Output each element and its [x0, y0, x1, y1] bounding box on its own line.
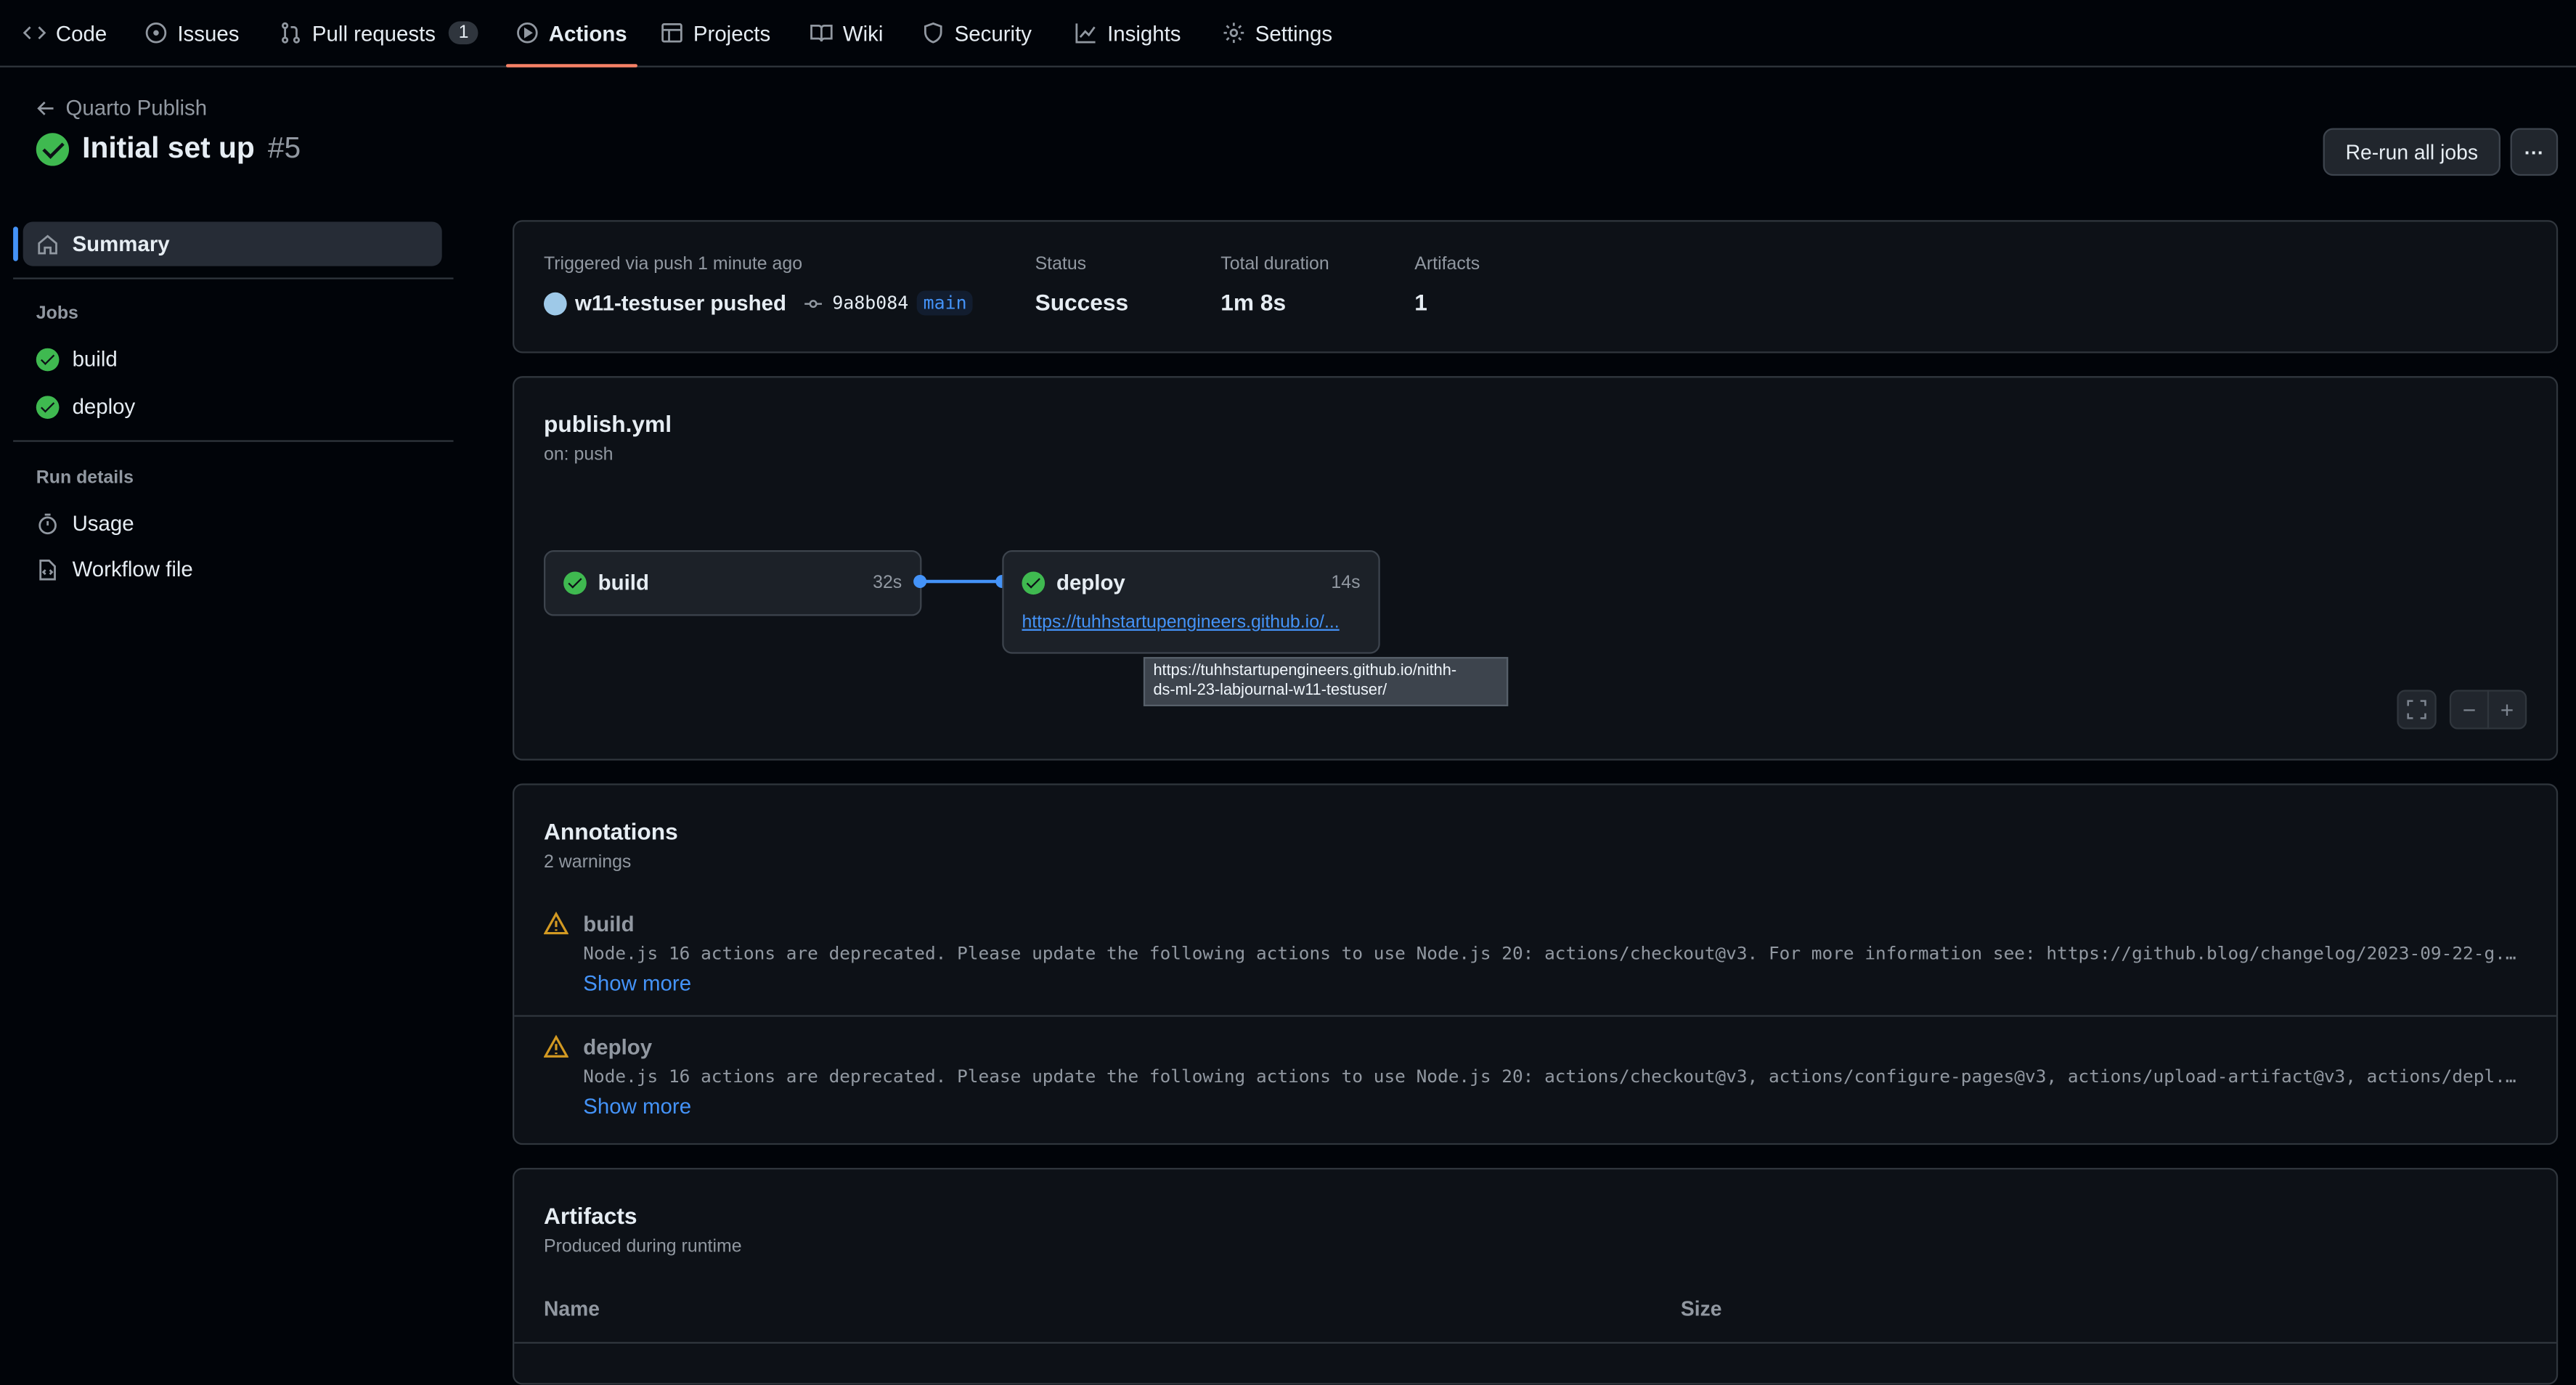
- git-commit-icon: [804, 298, 822, 308]
- avatar[interactable]: [543, 291, 567, 315]
- show-more-button[interactable]: Show more: [583, 971, 691, 995]
- column-header-name: Name: [543, 1297, 600, 1321]
- tab-projects[interactable]: Projects: [661, 0, 770, 66]
- home-icon: [38, 234, 57, 254]
- file-code-icon: [39, 558, 56, 580]
- annotation-job-link[interactable]: deploy: [583, 1035, 652, 1060]
- shield-icon: [924, 22, 942, 44]
- status-value: Success: [1035, 289, 1129, 316]
- success-check-icon: [36, 347, 60, 371]
- tab-issues[interactable]: Issues: [144, 0, 239, 66]
- issue-icon: [145, 23, 167, 44]
- job-node-name: deploy: [1056, 570, 1125, 595]
- sidebar-job-deploy[interactable]: deploy: [36, 394, 135, 419]
- sidebar-divider: [13, 440, 454, 442]
- page-title: Initial set up #5: [36, 131, 301, 166]
- commit-info: w11-testuser pushed 9a8b084 main: [543, 290, 974, 316]
- play-icon: [517, 23, 538, 44]
- job-connector: [918, 579, 1001, 584]
- alert-icon: [543, 1034, 569, 1068]
- fullscreen-button[interactable]: [2397, 690, 2437, 730]
- job-node-duration: 32s: [873, 573, 902, 593]
- success-check-icon: [1022, 571, 1046, 595]
- sidebar-item-usage[interactable]: Usage: [36, 511, 134, 536]
- job-node-deploy[interactable]: deploy 14s https://tuhhstartupengineers.…: [1002, 550, 1380, 654]
- artifacts-title: Artifacts: [543, 1202, 637, 1229]
- table-icon: [661, 23, 682, 43]
- repo-nav: Code Issues Pull requests 1 Actions Proj…: [0, 0, 2576, 68]
- tab-code[interactable]: Code: [23, 0, 107, 66]
- annotation-message: Node.js 16 actions are deprecated. Pleas…: [583, 1066, 2522, 1087]
- branch-badge[interactable]: main: [916, 290, 974, 316]
- fullscreen-icon: [2407, 700, 2426, 719]
- success-check-icon: [563, 571, 587, 595]
- arrow-left-icon: [37, 100, 54, 115]
- duration-label: Total duration: [1220, 254, 1329, 274]
- triggered-text: Triggered via push 1 minute ago: [543, 254, 803, 274]
- table-divider: [514, 1341, 2556, 1344]
- column-header-size: Size: [1680, 1297, 1722, 1321]
- commit-sha[interactable]: 9a8b084: [832, 293, 908, 314]
- tab-wiki[interactable]: Wiki: [810, 0, 883, 66]
- alert-icon: [543, 911, 569, 944]
- workflow-trigger: on: push: [543, 445, 614, 465]
- code-icon: [23, 26, 46, 40]
- artifacts-label: Artifacts: [1414, 254, 1480, 274]
- sidebar-divider: [13, 277, 454, 279]
- zoom-in-button[interactable]: +: [2487, 690, 2527, 730]
- workflow-filename: publish.yml: [543, 410, 672, 437]
- sidebar-item-summary-label[interactable]: Summary: [36, 232, 170, 256]
- tab-security[interactable]: Security: [921, 0, 1032, 66]
- pull-request-icon: [282, 22, 300, 44]
- sidebar-job-build[interactable]: build: [36, 346, 118, 371]
- jobs-heading: Jobs: [36, 303, 78, 324]
- annotation-message: Node.js 16 actions are deprecated. Pleas…: [583, 942, 2522, 965]
- success-check-icon: [36, 395, 60, 418]
- stopwatch-icon: [38, 512, 57, 534]
- tab-insights[interactable]: Insights: [1075, 0, 1181, 66]
- annotation-divider: [514, 1015, 2556, 1017]
- connector-dot: [913, 574, 927, 589]
- actor-link[interactable]: w11-testuser pushed: [575, 291, 786, 316]
- job-node-name: build: [598, 570, 649, 595]
- plus-icon: +: [2500, 696, 2514, 723]
- status-label: Status: [1035, 254, 1087, 274]
- success-check-icon: [36, 132, 70, 166]
- back-link[interactable]: Quarto Publish: [36, 95, 207, 120]
- sidebar-selected-indicator: [13, 226, 18, 261]
- zoom-out-button[interactable]: −: [2449, 690, 2490, 730]
- annotations-count: 2 warnings: [543, 852, 632, 873]
- artifacts-subtitle: Produced during runtime: [543, 1236, 742, 1257]
- annotations-title: Annotations: [543, 817, 678, 845]
- graph-icon: [1075, 23, 1096, 44]
- rerun-all-jobs-button[interactable]: Re-run all jobs: [2323, 128, 2500, 176]
- show-more-button[interactable]: Show more: [583, 1094, 691, 1119]
- job-node-build[interactable]: build 32s: [543, 550, 922, 616]
- run-number: #5: [267, 131, 301, 165]
- run-details-heading: Run details: [36, 467, 134, 489]
- deployment-url-link[interactable]: https://tuhhstartupengineers.github.io/.…: [1022, 613, 1339, 632]
- tab-settings[interactable]: Settings: [1223, 0, 1332, 66]
- url-tooltip: https://tuhhstartupengineers.github.io/n…: [1143, 657, 1509, 707]
- book-icon: [810, 24, 833, 42]
- minus-icon: −: [2462, 696, 2477, 723]
- kebab-icon: ···: [2524, 140, 2544, 164]
- artifacts-count[interactable]: 1: [1414, 289, 1427, 315]
- run-summary-panel: Triggered via push 1 minute ago w11-test…: [512, 220, 2559, 354]
- workflow-graph-panel: publish.yml on: push build 32s deploy 14…: [512, 376, 2559, 761]
- sidebar-item-workflow-file[interactable]: Workflow file: [36, 557, 193, 581]
- annotations-panel: Annotations 2 warnings build Node.js 16 …: [512, 783, 2559, 1145]
- tab-actions[interactable]: Actions: [506, 0, 637, 68]
- annotation-job-link[interactable]: build: [583, 912, 634, 936]
- gear-icon: [1223, 23, 1244, 44]
- duration-value: 1m 8s: [1220, 289, 1287, 316]
- more-options-button[interactable]: ···: [2510, 128, 2559, 176]
- job-node-duration: 14s: [1331, 573, 1361, 593]
- artifacts-panel: Artifacts Produced during runtime Name S…: [512, 1167, 2559, 1385]
- pull-requests-count: 1: [449, 21, 479, 45]
- tab-pull-requests[interactable]: Pull requests 1: [280, 0, 479, 66]
